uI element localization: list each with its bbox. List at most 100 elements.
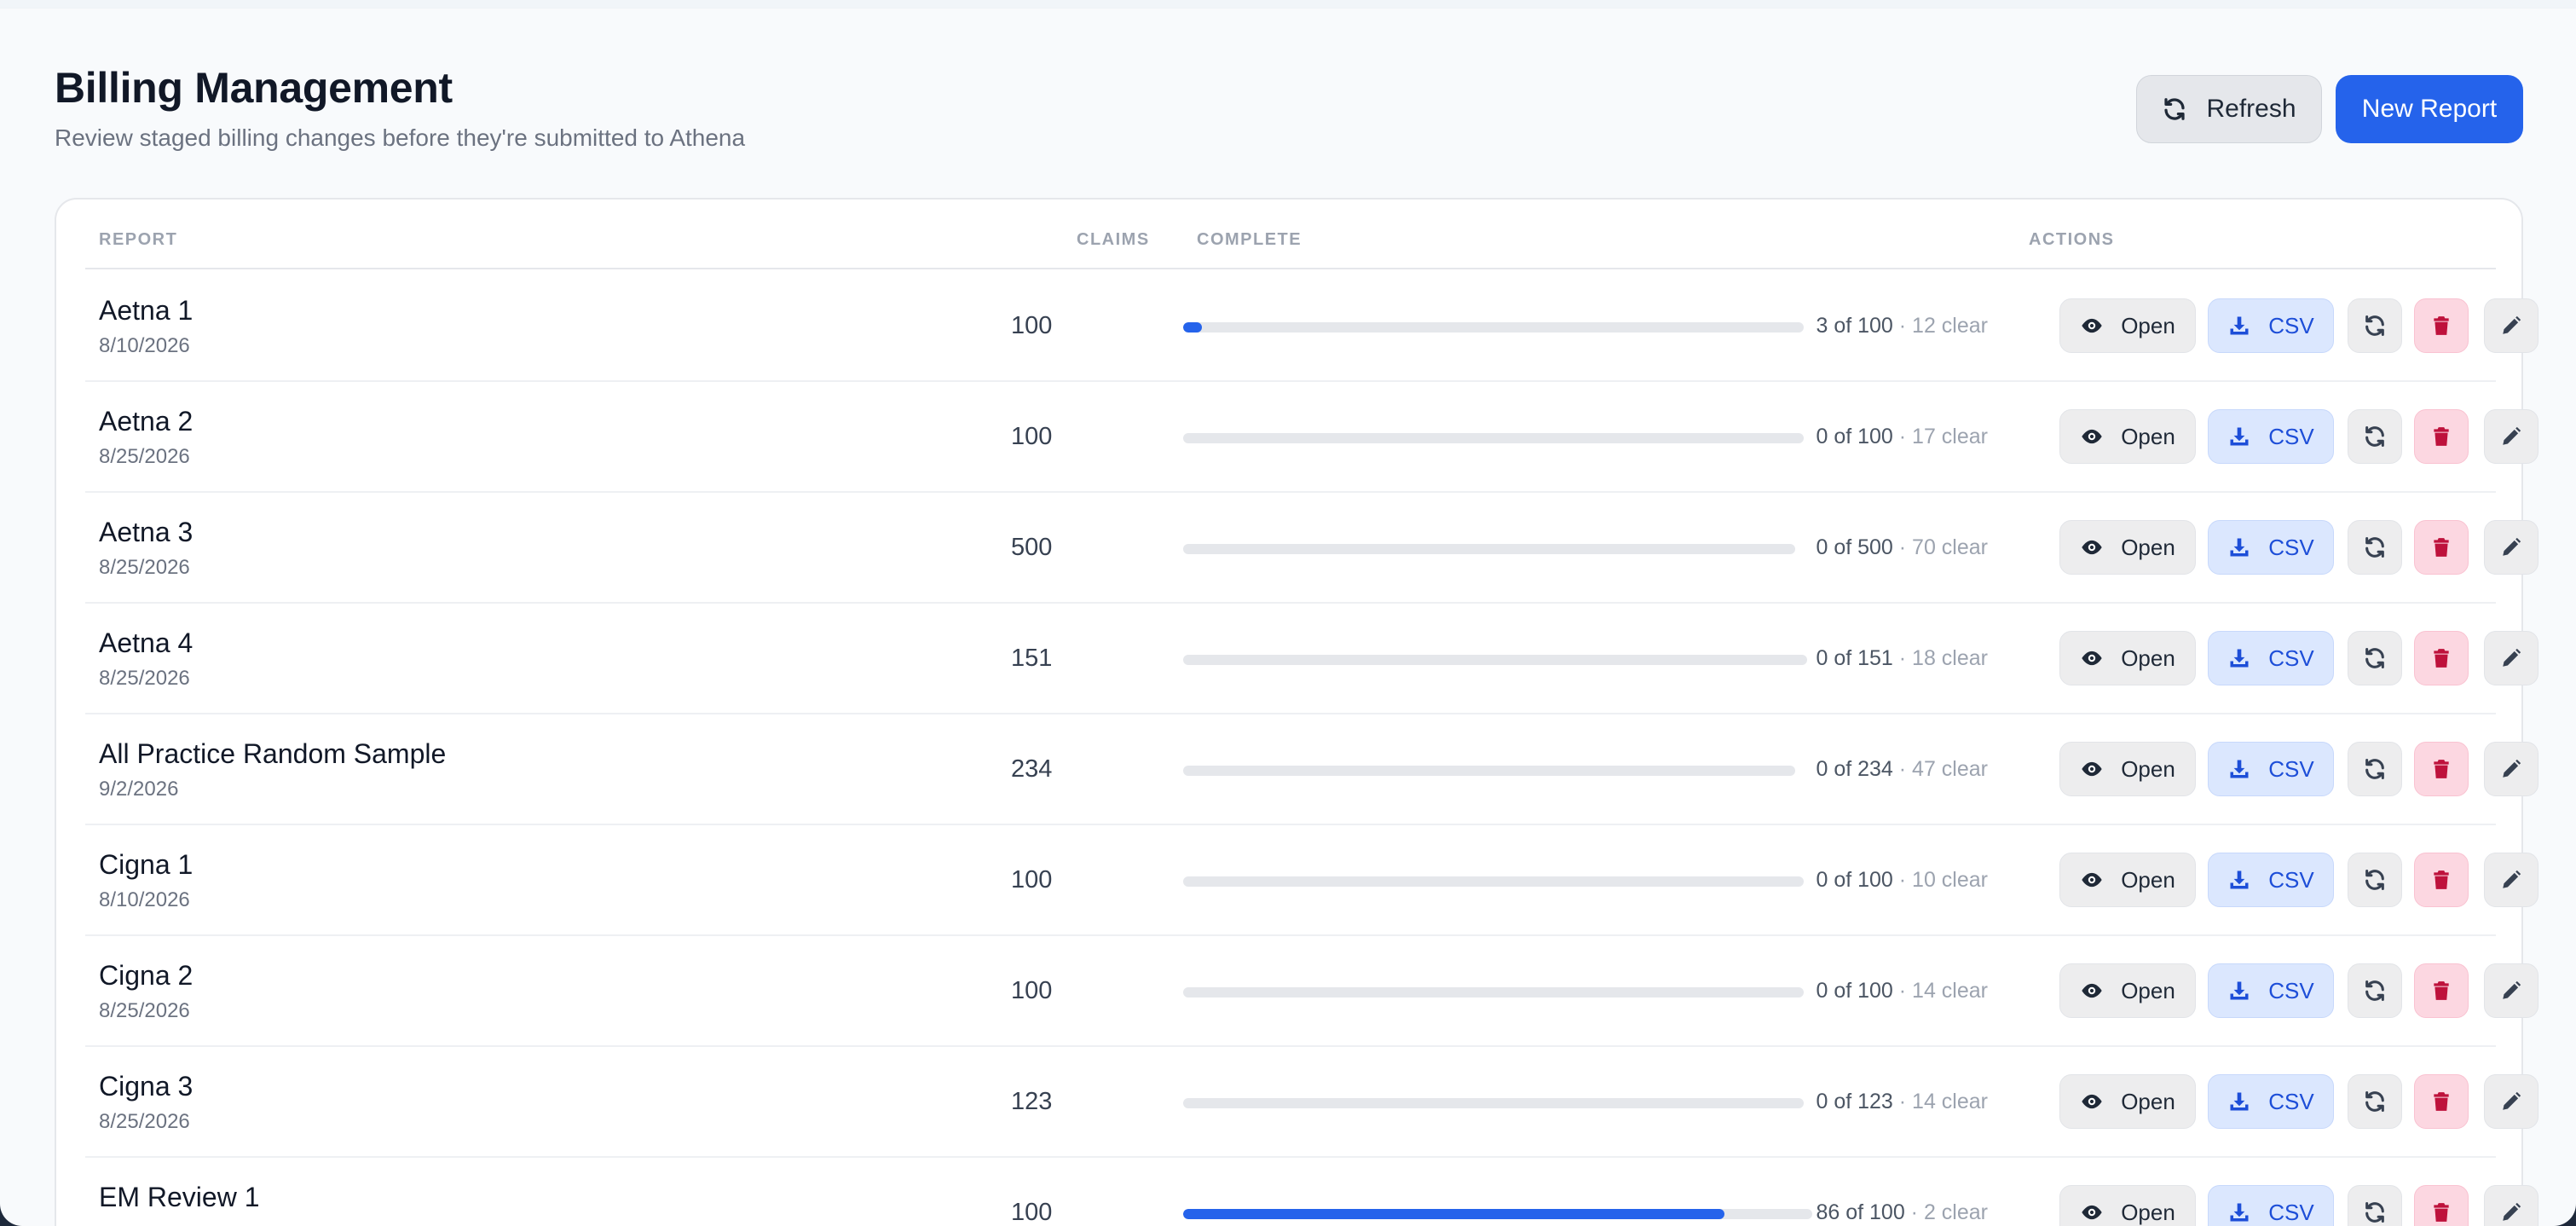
resync-button[interactable] [2348,1074,2402,1129]
csv-download-button[interactable]: CSV [2208,631,2334,685]
download-icon [2227,314,2251,338]
resync-button[interactable] [2348,853,2402,907]
csv-download-button[interactable]: CSV [2208,298,2334,353]
clear-count: · 18 clear [1892,646,1988,670]
csv-download-button[interactable]: CSV [2208,853,2334,907]
open-button-label: Open [2121,423,2175,449]
sync-icon [2363,425,2387,448]
edit-button[interactable] [2484,298,2538,353]
csv-download-button[interactable]: CSV [2208,520,2334,575]
completion-progress-bar [1183,766,1795,776]
trash-icon [2430,1201,2452,1223]
completion-count: 0 of 100 [1816,868,1893,892]
delete-button[interactable] [2414,742,2469,796]
csv-download-button[interactable]: CSV [2208,1185,2334,1226]
edit-button[interactable] [2484,520,2538,575]
clear-count: · 14 clear [1892,1090,1988,1113]
completion-text: 0 of 500 · 70 clear [1816,535,1988,560]
delete-button[interactable] [2414,853,2469,907]
open-button[interactable]: Open [2059,631,2196,685]
edit-button[interactable] [2484,1074,2538,1129]
refresh-button[interactable]: Refresh [2136,75,2322,143]
trash-icon [2430,536,2452,558]
csv-download-button[interactable]: CSV [2208,409,2334,464]
pencil-icon [2500,315,2522,337]
delete-button[interactable] [2414,1074,2469,1129]
resync-button[interactable] [2348,520,2402,575]
edit-button[interactable] [2484,742,2538,796]
csv-button-label: CSV [2268,866,2314,893]
delete-button[interactable] [2414,1185,2469,1226]
top-strip [0,0,2576,9]
open-button[interactable]: Open [2059,742,2196,796]
completion-text: 86 of 100 · 2 clear [1816,1200,1988,1225]
claims-count: 234 [1011,755,1053,783]
page-title: Billing Management [55,64,453,112]
edit-button[interactable] [2484,409,2538,464]
eye-icon [2080,1200,2104,1224]
edit-button[interactable] [2484,631,2538,685]
open-button[interactable]: Open [2059,298,2196,353]
csv-button-label: CSV [2268,1199,2314,1225]
open-button[interactable]: Open [2059,1074,2196,1129]
completion-count: 3 of 100 [1816,314,1893,338]
completion-text: 0 of 234 · 47 clear [1816,757,1988,782]
report-date: 9/2/2026 [99,778,179,801]
delete-button[interactable] [2414,298,2469,353]
table-row: Cigna 3 8/25/2026 123 0 of 123 · 14 clear Op… [85,1047,2538,1158]
edit-button[interactable] [2484,853,2538,907]
open-button[interactable]: Open [2059,1185,2196,1226]
download-icon [2227,425,2251,448]
sync-icon [2363,1090,2387,1113]
delete-button[interactable] [2414,963,2469,1018]
pencil-icon [2500,536,2522,558]
completion-progress-bar [1183,1209,1812,1219]
csv-download-button[interactable]: CSV [2208,742,2334,796]
resync-button[interactable] [2348,298,2402,353]
report-name: All Practice Random Sample [99,738,447,769]
completion-text: 3 of 100 · 12 clear [1816,314,1988,338]
report-date: 8/25/2026 [99,999,190,1022]
edit-button[interactable] [2484,1185,2538,1226]
completion-progress-fill [1183,322,1202,333]
open-button[interactable]: Open [2059,963,2196,1018]
open-button[interactable]: Open [2059,853,2196,907]
completion-progress-bar [1183,876,1804,887]
claims-count: 100 [1011,866,1053,893]
completion-count: 0 of 100 [1816,979,1893,1003]
resync-button[interactable] [2348,631,2402,685]
edit-button[interactable] [2484,963,2538,1018]
completion-count: 0 of 100 [1816,425,1893,448]
open-button[interactable]: Open [2059,409,2196,464]
column-header-actions: ACTIONS [2029,230,2115,249]
table-row: Cigna 1 8/10/2026 100 0 of 100 · 10 clear Op… [85,825,2538,936]
clear-count: · 2 clear [1904,1200,1988,1224]
completion-progress-bar [1183,987,1804,998]
new-report-button[interactable]: New Report [2336,75,2523,143]
sync-icon [2363,757,2387,781]
eye-icon [2080,757,2104,781]
delete-button[interactable] [2414,520,2469,575]
resync-button[interactable] [2348,742,2402,796]
eye-icon [2080,868,2104,892]
csv-download-button[interactable]: CSV [2208,963,2334,1018]
pencil-icon [2500,1090,2522,1113]
sync-icon [2363,535,2387,559]
resync-button[interactable] [2348,1185,2402,1226]
delete-button[interactable] [2414,631,2469,685]
table-row: All Practice Random Sample 9/2/2026 234 0 o… [85,714,2538,825]
trash-icon [2430,315,2452,337]
report-name: Aetna 1 [99,295,193,326]
csv-download-button[interactable]: CSV [2208,1074,2334,1129]
resync-button[interactable] [2348,963,2402,1018]
completion-text: 0 of 100 · 10 clear [1816,868,1988,893]
download-icon [2227,1200,2251,1224]
completion-count: 0 of 123 [1816,1090,1893,1113]
delete-button[interactable] [2414,409,2469,464]
open-button[interactable]: Open [2059,520,2196,575]
csv-button-label: CSV [2268,423,2314,449]
claims-count: 100 [1011,312,1053,339]
claims-count: 151 [1011,645,1053,672]
eye-icon [2080,1090,2104,1113]
resync-button[interactable] [2348,409,2402,464]
